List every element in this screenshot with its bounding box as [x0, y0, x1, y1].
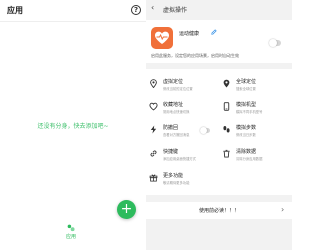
page-title: 应用	[7, 6, 23, 15]
feature-title: 快捷键	[163, 149, 179, 155]
question-circle-icon[interactable]: ?	[131, 5, 141, 15]
virtual-ops-pane: ‹ 虚拟操作 运动健康 启用此服务，设定您的应用场景，启用时自动生效 虚拟定位 …	[146, 0, 292, 250]
gift-icon	[149, 174, 158, 182]
apps-header: 应用 ?	[0, 0, 146, 22]
feature-saved-addresses[interactable]: 收藏地址 常用地点快速切换	[146, 98, 219, 118]
feature-title: 虚拟定位	[163, 79, 184, 85]
feature-grid: 虚拟定位 修改当前的定位位置 全球定位 搜索全球位置 收藏地址 常用地点快速切换	[146, 69, 292, 195]
feature-subtitle: 添加应用桌面快捷方式	[163, 157, 196, 161]
feature-title: 更多功能	[163, 173, 184, 179]
chevron-right-icon: ›	[281, 205, 285, 214]
app-enable-toggle[interactable]	[269, 39, 281, 47]
trash-icon	[223, 149, 230, 158]
add-app-button[interactable]: +	[117, 200, 136, 219]
feature-title: 清除数据	[236, 149, 257, 155]
lightning-icon	[150, 125, 157, 134]
footprints-icon	[223, 125, 230, 133]
feature-virtual-location[interactable]: 虚拟定位 修改当前的定位位置	[146, 75, 219, 95]
help-link-text: 使用前必读！！！	[198, 208, 239, 214]
app-description: 启用此服务，设定您的应用场景，启用时自动生效	[151, 53, 239, 58]
feature-title: 全球定位	[236, 79, 257, 85]
feature-subtitle: 修改当前的定位位置	[163, 87, 193, 91]
feature-subtitle: 清除分身应用数据	[236, 157, 263, 161]
feature-subtitle: 敬请期待更多功能	[163, 181, 190, 185]
feature-title: 防撤回	[163, 125, 179, 131]
apps-icon	[67, 224, 75, 232]
virtual-ops-header: ‹ 虚拟操作	[146, 0, 292, 18]
feature-subtitle: 模拟不同手机型号	[236, 110, 263, 114]
apps-pane: 应用 ? 还没有分身，快去添加吧~ + 应用	[0, 0, 146, 250]
heart-pulse-icon	[151, 27, 173, 49]
link-icon	[150, 150, 157, 157]
feature-subtitle: 修改当日步数	[236, 133, 256, 137]
globe-pin-icon	[223, 79, 230, 88]
feature-title: 模拟步数	[236, 125, 257, 131]
tab-apps-label: 应用	[65, 234, 76, 240]
feature-device-model[interactable]: 模拟机型 模拟不同手机型号	[219, 98, 292, 118]
heart-outline-icon	[149, 102, 158, 111]
app-name: 运动健康	[179, 31, 200, 37]
feature-title: 模拟机型	[236, 102, 257, 108]
feature-shortcut[interactable]: 快捷键 添加应用桌面快捷方式	[146, 145, 219, 165]
tab-apps[interactable]: 应用	[56, 224, 86, 240]
pencil-icon[interactable]	[211, 29, 217, 35]
anti-recall-toggle[interactable]	[200, 127, 210, 134]
feature-more[interactable]: 更多功能 敬请期待更多功能	[146, 169, 219, 189]
feature-global-location[interactable]: 全球定位 搜索全球位置	[219, 75, 292, 95]
empty-state-message: 还没有分身，快去添加吧~	[37, 123, 109, 130]
virtual-ops-title: 虚拟操作	[163, 7, 188, 14]
help-link-row[interactable]: 使用前必读！！！ ›	[146, 202, 292, 219]
feature-subtitle: 查看对方撤回消息	[163, 133, 190, 137]
location-pin-icon	[150, 79, 157, 88]
feature-anti-recall[interactable]: 防撤回 查看对方撤回消息	[146, 121, 219, 141]
feature-subtitle: 常用地点快速切换	[163, 110, 190, 114]
chevron-left-icon[interactable]: ‹	[151, 3, 154, 13]
phone-icon	[223, 102, 230, 111]
feature-subtitle: 搜索全球位置	[236, 87, 256, 91]
feature-title: 收藏地址	[163, 102, 184, 108]
app-card: 运动健康 启用此服务，设定您的应用场景，启用时自动生效	[146, 20, 292, 63]
feature-step-count[interactable]: 模拟步数 修改当日步数	[219, 121, 292, 141]
feature-clear-data[interactable]: 清除数据 清除分身应用数据	[219, 145, 292, 165]
